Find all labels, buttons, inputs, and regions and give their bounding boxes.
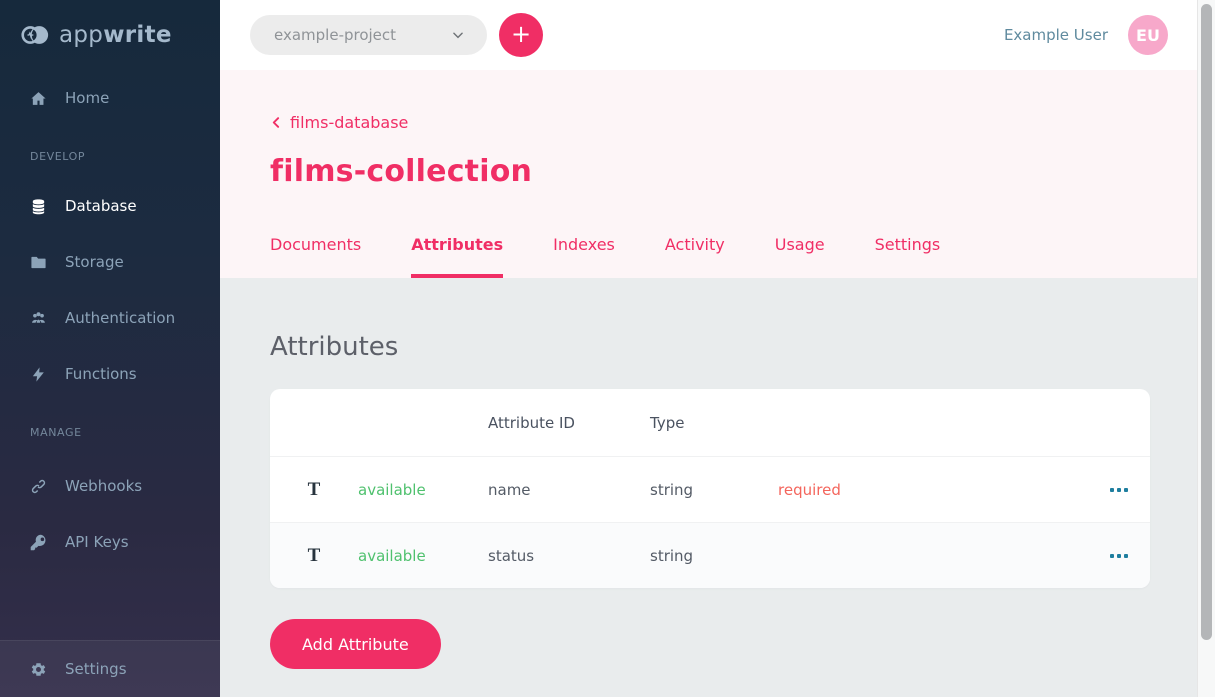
tab-activity[interactable]: Activity <box>665 235 725 278</box>
attributes-table: Attribute ID Type T available name strin… <box>270 389 1150 588</box>
tab-attributes[interactable]: Attributes <box>411 235 503 278</box>
lightning-icon <box>30 366 47 383</box>
content: Attributes Attribute ID Type T available… <box>220 278 1215 697</box>
string-type-icon: T <box>308 545 321 567</box>
sidebar-section-manage: MANAGE <box>30 426 220 442</box>
link-icon <box>30 478 47 495</box>
logo-text-regular: app <box>59 22 103 48</box>
project-selector-dropdown[interactable]: example-project <box>250 15 487 55</box>
string-type-icon: T <box>308 479 321 501</box>
tab-usage[interactable]: Usage <box>775 235 825 278</box>
topbar: example-project + Example User EU <box>220 0 1215 70</box>
page-title: films-collection <box>270 154 1215 189</box>
gear-icon <box>30 661 47 678</box>
database-icon <box>30 198 47 215</box>
avatar-initials: EU <box>1136 26 1160 45</box>
sidebar-item-home[interactable]: Home <box>0 70 220 126</box>
tab-bar: Documents Attributes Indexes Activity Us… <box>270 235 940 278</box>
attribute-id-cell: status <box>488 547 650 565</box>
sidebar-item-label: Functions <box>65 365 137 383</box>
home-icon <box>30 90 47 107</box>
users-icon <box>30 310 47 327</box>
sidebar-item-functions[interactable]: Functions <box>0 346 220 402</box>
tab-documents[interactable]: Documents <box>270 235 361 278</box>
main-area: example-project + Example User EU films-… <box>220 0 1215 697</box>
sidebar-item-webhooks[interactable]: Webhooks <box>0 458 220 514</box>
tab-indexes[interactable]: Indexes <box>553 235 615 278</box>
project-selector-value: example-project <box>274 26 396 44</box>
appwrite-logo-text: appwrite <box>59 22 172 48</box>
sidebar-item-settings[interactable]: Settings <box>0 641 220 697</box>
type-cell: string <box>650 547 778 565</box>
scrollbar-thumb[interactable] <box>1201 4 1212 640</box>
ellipsis-icon <box>1110 488 1114 492</box>
sidebar-item-label: Authentication <box>65 309 175 327</box>
sidebar-item-storage[interactable]: Storage <box>0 234 220 290</box>
app-root: appwrite Home DEVELOP Database Stor <box>0 0 1215 697</box>
add-project-button[interactable]: + <box>499 13 543 57</box>
table-row: T available status string <box>270 522 1150 588</box>
col-attribute-id: Attribute ID <box>488 414 650 432</box>
scrollbar-track[interactable] <box>1197 0 1215 697</box>
sidebar-item-api-keys[interactable]: API Keys <box>0 514 220 570</box>
plus-icon: + <box>511 22 531 46</box>
row-actions-menu-button[interactable] <box>1106 482 1132 498</box>
key-icon <box>30 534 47 551</box>
logo-text-bold: write <box>103 22 172 48</box>
col-type: Type <box>650 414 778 432</box>
status-badge: available <box>358 547 488 565</box>
breadcrumb-label: films-database <box>290 113 408 132</box>
sidebar-item-database[interactable]: Database <box>0 178 220 234</box>
ellipsis-icon <box>1110 554 1114 558</box>
folder-icon <box>30 254 47 271</box>
table-header-row: Attribute ID Type <box>270 389 1150 456</box>
attribute-id-cell: name <box>488 481 650 499</box>
avatar[interactable]: EU <box>1128 15 1168 55</box>
tab-settings[interactable]: Settings <box>875 235 941 278</box>
page-header: films-database films-collection Document… <box>220 70 1215 278</box>
sidebar-item-label: Storage <box>65 253 124 271</box>
sidebar-item-label: Webhooks <box>65 477 142 495</box>
sidebar-nav: Home DEVELOP Database Storage Authentic <box>0 70 220 570</box>
sidebar-footer: Settings <box>0 640 220 697</box>
sidebar-item-label: Database <box>65 197 137 215</box>
sidebar-item-authentication[interactable]: Authentication <box>0 290 220 346</box>
sidebar-item-label: API Keys <box>65 533 129 551</box>
sidebar-item-label: Home <box>65 89 109 107</box>
type-cell: string <box>650 481 778 499</box>
sidebar: appwrite Home DEVELOP Database Stor <box>0 0 220 697</box>
sidebar-item-label: Settings <box>65 660 127 678</box>
appwrite-logo-icon <box>20 20 50 50</box>
chevron-down-icon <box>451 28 465 42</box>
row-actions-menu-button[interactable] <box>1106 548 1132 564</box>
sidebar-section-develop: DEVELOP <box>30 150 220 166</box>
chevron-left-icon <box>270 116 283 129</box>
appwrite-logo[interactable]: appwrite <box>0 0 220 70</box>
breadcrumb[interactable]: films-database <box>270 113 408 132</box>
status-badge: available <box>358 481 488 499</box>
add-attribute-button[interactable]: Add Attribute <box>270 619 441 669</box>
required-badge: required <box>778 481 1088 499</box>
section-heading: Attributes <box>270 332 1215 362</box>
user-name-link[interactable]: Example User <box>1004 26 1108 44</box>
table-row: T available name string required <box>270 456 1150 522</box>
